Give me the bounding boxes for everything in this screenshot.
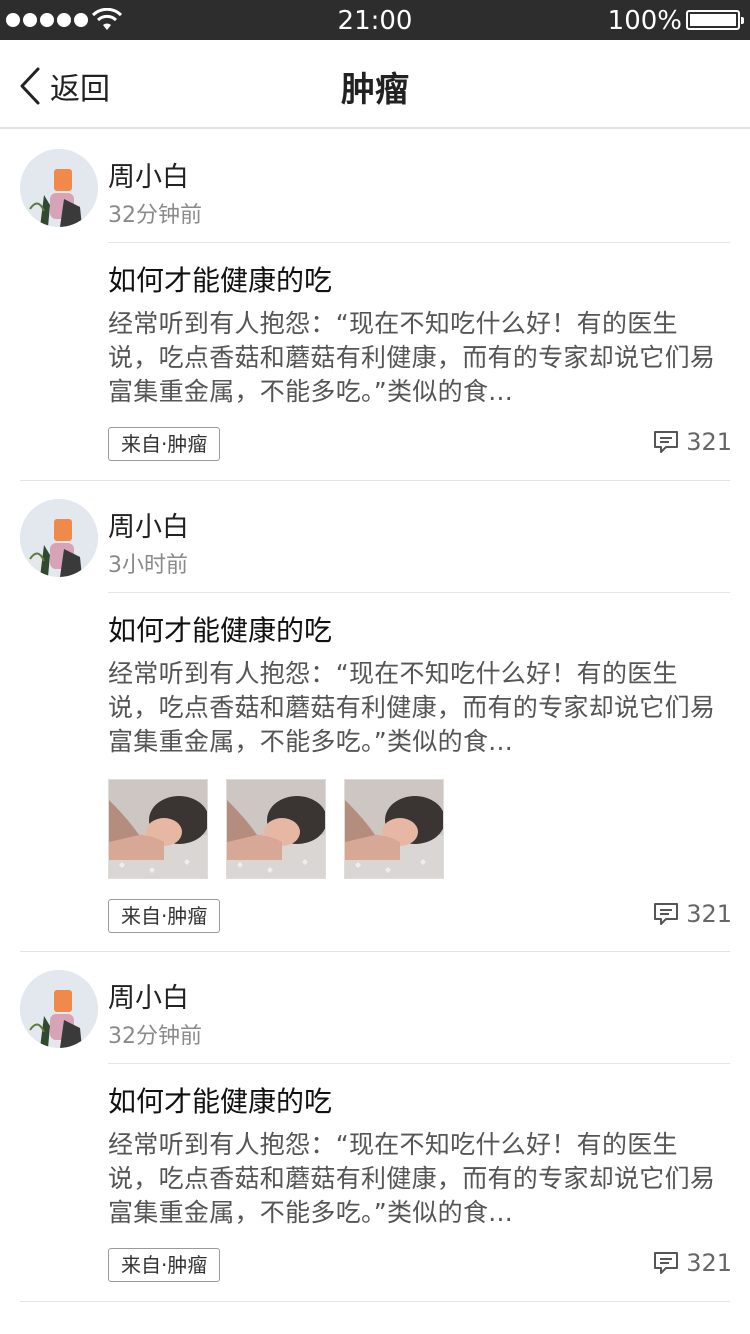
post-card[interactable]: 周小白 32分钟前如何才能健康的吃经常听到有人抱怨：“现在不知吃什么好！有的医生说… — [0, 952, 750, 1302]
avatar[interactable] — [20, 499, 98, 577]
post-card[interactable]: 周小白 32分钟前如何才能健康的吃经常听到有人抱怨：“现在不知吃什么好！有的医生说… — [0, 131, 750, 481]
back-button[interactable]: 返回 — [18, 64, 110, 108]
post-time: 32分钟前 — [108, 1024, 202, 1049]
post-image-thumbnail[interactable] — [344, 779, 444, 879]
post-image-thumbnail[interactable] — [108, 779, 208, 879]
comment-count: 321 — [686, 1249, 732, 1277]
avatar[interactable] — [20, 970, 98, 1048]
source-tag[interactable]: 来自·肿瘤 — [108, 1248, 221, 1282]
comment-button[interactable]: 321 — [652, 1249, 732, 1277]
chevron-left-icon — [20, 67, 40, 105]
divider — [108, 592, 730, 593]
back-label: 返回 — [50, 72, 110, 107]
navigation-bar: 返回 肿瘤 — [0, 40, 750, 129]
comment-icon — [654, 903, 679, 925]
post-title[interactable]: 如何才能健康的吃 — [108, 609, 332, 649]
source-tag[interactable]: 来自·肿瘤 — [108, 427, 221, 461]
battery-percent: 100% — [607, 6, 682, 36]
comment-count: 321 — [686, 900, 732, 928]
comment-button[interactable]: 321 — [652, 900, 732, 928]
post-excerpt: 经常听到有人抱怨：“现在不知吃什么好！有的医生说，吃点香菇和蘑菇有利健康，而有的… — [108, 1130, 716, 1227]
status-bar: 21:00 100% — [0, 0, 750, 40]
divider — [108, 242, 730, 243]
post-time: 32分钟前 — [108, 203, 202, 228]
comment-icon — [654, 1252, 679, 1274]
author-name[interactable]: 周小白 — [108, 976, 189, 1015]
source-tag[interactable]: 来自·肿瘤 — [108, 899, 221, 933]
author-name[interactable]: 周小白 — [108, 505, 189, 544]
comment-button[interactable]: 321 — [652, 428, 732, 456]
battery-icon — [686, 10, 744, 30]
comment-icon — [654, 431, 679, 453]
divider — [108, 1063, 730, 1064]
post-card[interactable]: 周小白 3小时前如何才能健康的吃经常听到有人抱怨：“现在不知吃什么好！有的医生说，… — [0, 481, 750, 952]
post-feed: 周小白 32分钟前 如何才能健康的吃 经常听到有人抱怨：“现在不知吃什么好！有的医生说… — [0, 131, 750, 1302]
post-title[interactable]: 如何才能健康的吃 — [108, 1080, 332, 1120]
post-images — [108, 779, 444, 879]
post-excerpt: 经常听到有人抱怨：“现在不知吃什么好！有的医生说，吃点香菇和蘑菇有利健康，而有的… — [108, 309, 716, 406]
comment-count: 321 — [686, 428, 732, 456]
page-title: 肿瘤 — [341, 70, 409, 110]
avatar[interactable] — [20, 149, 98, 227]
post-image-thumbnail[interactable] — [226, 779, 326, 879]
author-name[interactable]: 周小白 — [108, 155, 189, 194]
post-title[interactable]: 如何才能健康的吃 — [108, 259, 332, 299]
post-excerpt: 经常听到有人抱怨：“现在不知吃什么好！有的医生说，吃点香菇和蘑菇有利健康，而有的… — [108, 659, 716, 756]
post-time: 3小时前 — [108, 553, 188, 578]
post-divider — [20, 1301, 730, 1302]
